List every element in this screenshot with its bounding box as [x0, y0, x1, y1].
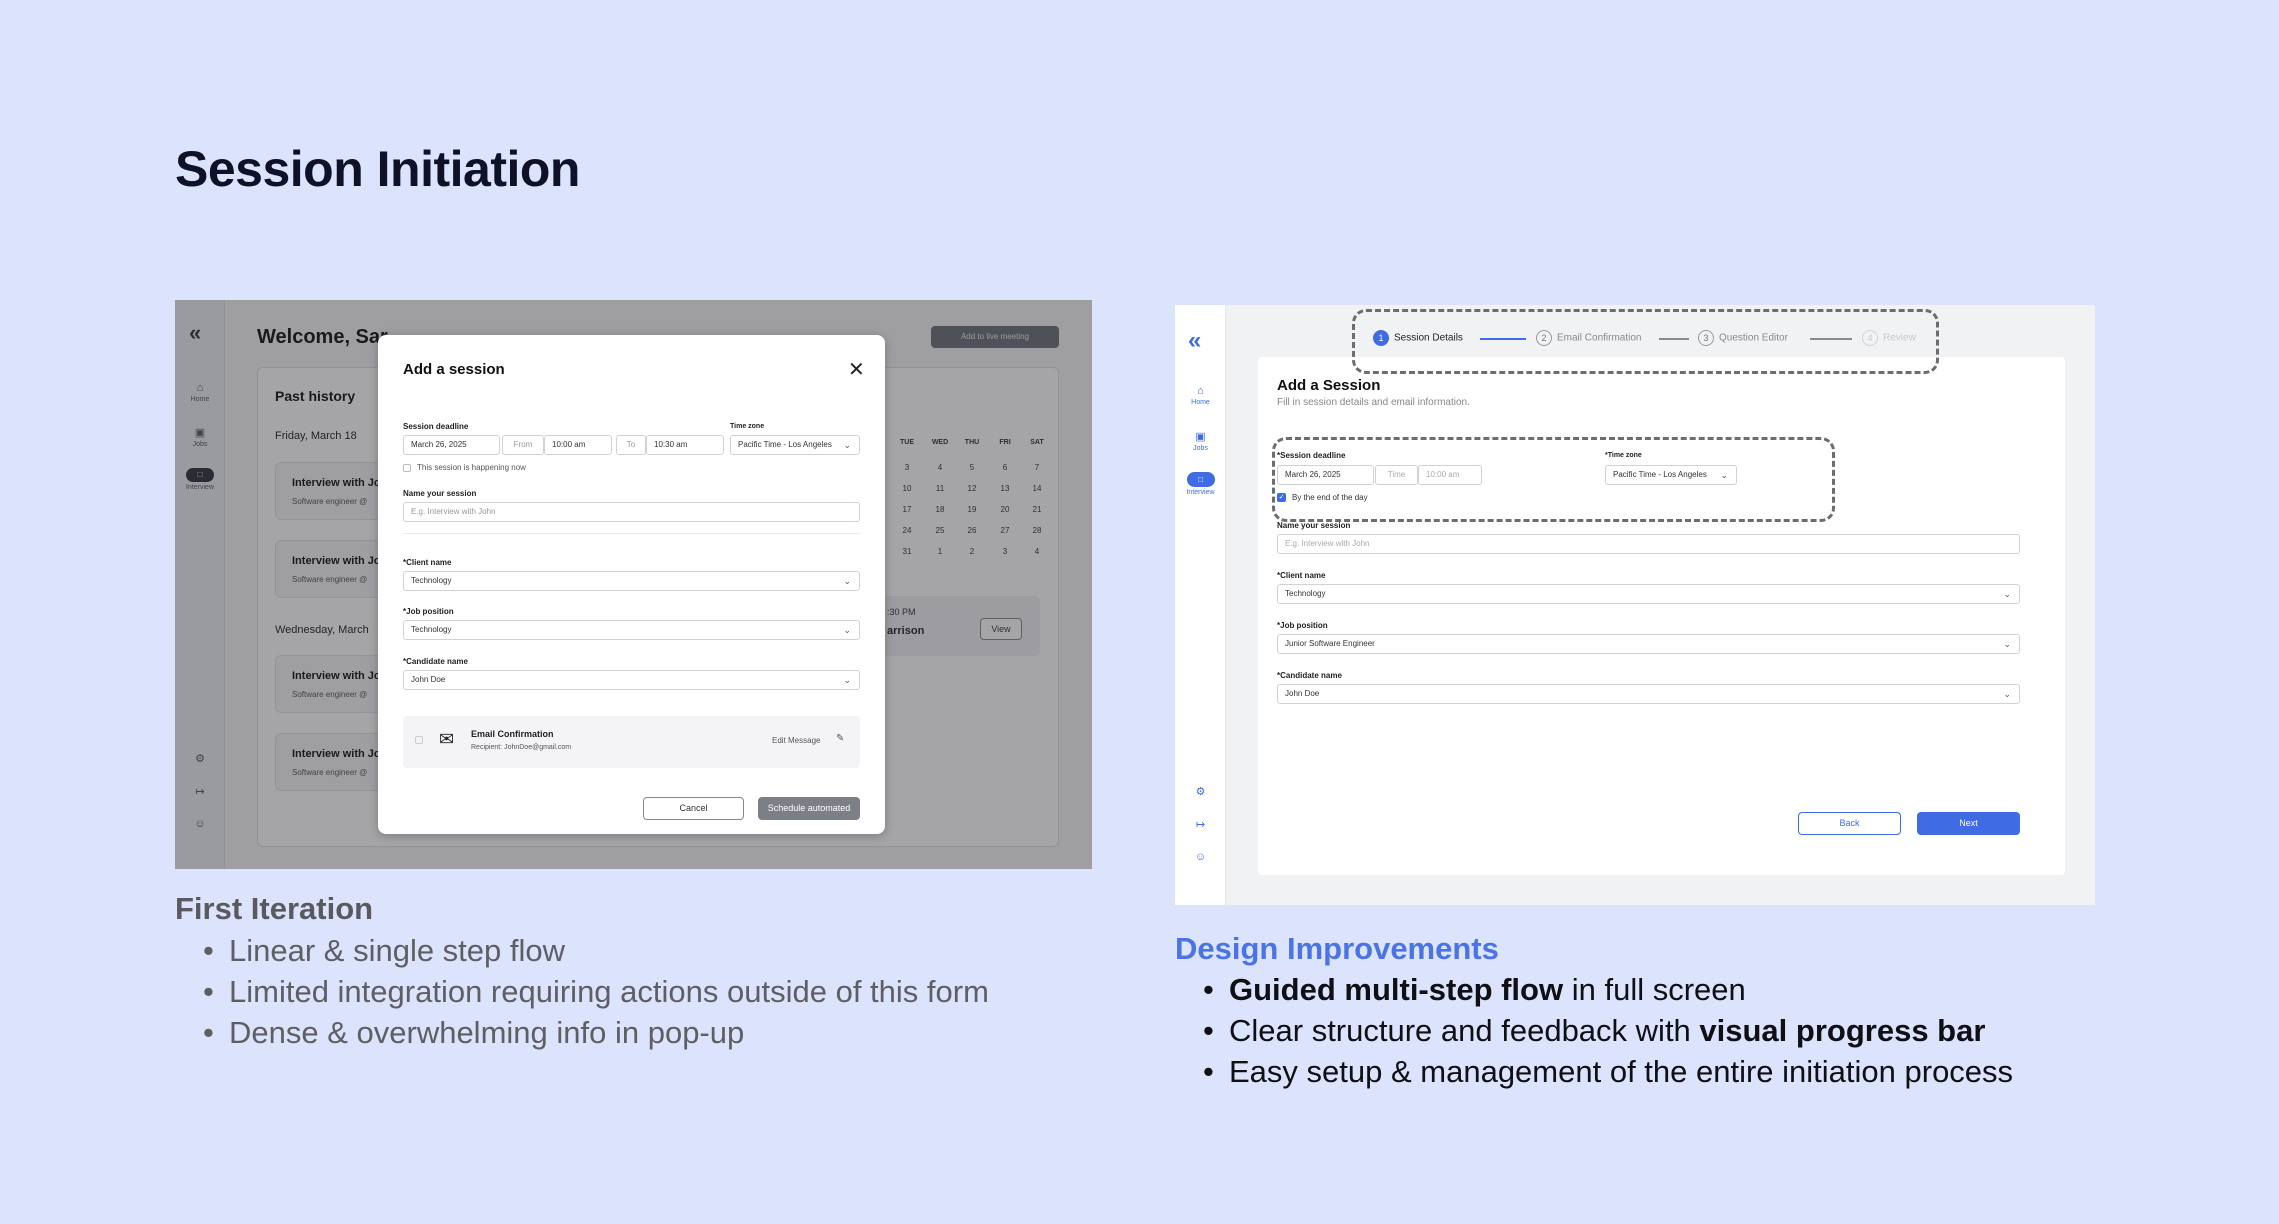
job-position-select[interactable]: Technology ⌄ [403, 620, 860, 640]
timezone-label: Time zone [730, 423, 765, 430]
list-item: Easy setup & management of the entire in… [1175, 1051, 2013, 1092]
page-title: Session Initiation [175, 141, 580, 197]
design-improvements-heading: Design Improvements [1175, 931, 1499, 966]
chevron-down-icon: ⌄ [2003, 589, 2011, 599]
sidebar-item-label: Home [1191, 399, 1210, 406]
candidate-name-select[interactable]: John Doe ⌄ [403, 670, 860, 690]
chevron-down-icon: ⌄ [843, 440, 851, 450]
back-button[interactable]: Back [1798, 812, 1901, 835]
chevron-down-icon: ⌄ [2003, 639, 2011, 649]
timezone-select[interactable]: Pacific Time - Los Angeles ⌄ [730, 435, 860, 455]
sidebar-item-label: Jobs [1193, 445, 1208, 452]
client-name-select[interactable]: Technology ⌄ [1277, 584, 2020, 604]
candidate-name-value: John Doe [411, 675, 446, 684]
checkbox-label: This session is happening now [417, 463, 526, 472]
list-item: Linear & single step flow [175, 930, 989, 971]
session-name-label: Name your session [403, 489, 477, 498]
divider [403, 533, 860, 534]
first-iteration-list: Linear & single step flow Limited integr… [175, 930, 989, 1053]
checkbox-icon [403, 463, 411, 472]
profile-icon[interactable]: ☺ [1175, 851, 1226, 865]
session-name-input[interactable]: E.g. Interview with John [403, 502, 860, 522]
cancel-button[interactable]: Cancel [643, 797, 744, 820]
emphasis: visual progress bar [1699, 1013, 1986, 1048]
form-title: Add a Session [1277, 377, 1381, 394]
chevron-down-icon: ⌄ [843, 625, 851, 635]
chevron-down-icon: ⌄ [843, 576, 851, 586]
email-confirmation-row: ✉ Email Confirmation Recipient: JohnDoe@… [403, 716, 860, 768]
design-improvements-list: Guided multi-step flow in full screen Cl… [1175, 969, 2013, 1092]
text: Clear structure and feedback with [1229, 1013, 1700, 1048]
pencil-icon[interactable]: ✎ [836, 733, 844, 744]
edit-message-link[interactable]: Edit Message [772, 736, 820, 745]
happening-now-checkbox[interactable]: This session is happening now [403, 463, 526, 472]
close-icon[interactable]: ✕ [848, 357, 865, 382]
logout-icon[interactable]: ↦ [1175, 818, 1226, 833]
candidate-name-select[interactable]: John Doe ⌄ [1277, 684, 2020, 704]
sidebar-item-home[interactable]: ⌂ Home [1175, 385, 1226, 406]
client-name-value: Technology [411, 576, 452, 585]
add-session-modal: Add a session ✕ Session deadline March 2… [378, 335, 885, 834]
list-item: Clear structure and feedback with visual… [1175, 1010, 2013, 1051]
modal-title: Add a session [403, 361, 505, 378]
list-item: Limited integration requiring actions ou… [175, 971, 989, 1012]
to-time-field[interactable]: 10:30 am [646, 435, 724, 455]
first-iteration-screenshot: « ⌂ Home ▣ Jobs □ Interview ⚙ ↦ ☺ Welcom… [175, 300, 1092, 869]
client-name-select[interactable]: Technology ⌄ [403, 571, 860, 591]
email-confirmation-title: Email Confirmation [471, 729, 554, 739]
chevron-down-icon: ⌄ [2003, 689, 2011, 699]
home-icon: ⌂ [1197, 385, 1204, 397]
job-position-label: *Job position [1277, 621, 1328, 630]
from-time-field[interactable]: 10:00 am [544, 435, 612, 455]
candidate-name-value: John Doe [1285, 689, 1320, 698]
session-name-input[interactable]: E.g. Interview with John [1277, 534, 2020, 554]
chat-icon: □ [1186, 472, 1215, 487]
emphasis: Guided multi-step flow [1229, 972, 1564, 1007]
list-item: Dense & overwhelming info in pop-up [175, 1012, 989, 1053]
design-improvements-screenshot: « ⌂ Home ▣ Jobs □ Interview ⚙ ↦ ☺ 1 Sessi… [1175, 305, 2095, 905]
text: in full screen [1563, 972, 1746, 1007]
sidebar-item-label: Interview [1186, 489, 1215, 496]
candidate-name-label: *Candidate name [403, 657, 468, 666]
progress-bar-highlight [1352, 309, 1939, 374]
list-item: Guided multi-step flow in full screen [1175, 969, 2013, 1010]
job-position-value: Junior Software Engineer [1285, 639, 1375, 648]
mail-icon: ✉ [439, 729, 455, 749]
timezone-value: Pacific Time - Los Angeles [738, 440, 832, 449]
form-card [1258, 357, 2065, 875]
sidebar-item-jobs[interactable]: ▣ Jobs [1175, 430, 1226, 452]
briefcase-icon: ▣ [1195, 431, 1206, 443]
form-subtitle: Fill in session details and email inform… [1277, 397, 1470, 408]
deadline-date-field[interactable]: March 26, 2025 [403, 435, 500, 455]
job-position-select[interactable]: Junior Software Engineer ⌄ [1277, 634, 2020, 654]
candidate-name-label: *Candidate name [1277, 671, 1342, 680]
email-recipient: Recipient: JohnDoe@gmail.com [471, 744, 572, 751]
first-iteration-heading: First Iteration [175, 891, 374, 926]
client-name-label: *Client name [403, 558, 452, 567]
client-name-label: *Client name [1277, 571, 1326, 580]
sidebar-item-interview[interactable]: □ Interview [1175, 472, 1226, 496]
deadline-label: Session deadline [403, 422, 469, 431]
job-position-label: *Job position [403, 607, 454, 616]
deadline-highlight [1272, 437, 1835, 522]
from-label: From [502, 435, 544, 455]
job-position-value: Technology [411, 625, 452, 634]
session-name-label: Name your session [1277, 521, 1351, 530]
to-label: To [616, 435, 646, 455]
client-name-value: Technology [1285, 589, 1326, 598]
next-button[interactable]: Next [1917, 812, 2020, 835]
schedule-automated-button[interactable]: Schedule automated [758, 797, 860, 820]
logo-icon: « [1188, 327, 1202, 354]
chevron-down-icon: ⌄ [843, 675, 851, 685]
checkbox-icon[interactable] [415, 736, 423, 744]
settings-icon[interactable]: ⚙ [1175, 785, 1226, 800]
